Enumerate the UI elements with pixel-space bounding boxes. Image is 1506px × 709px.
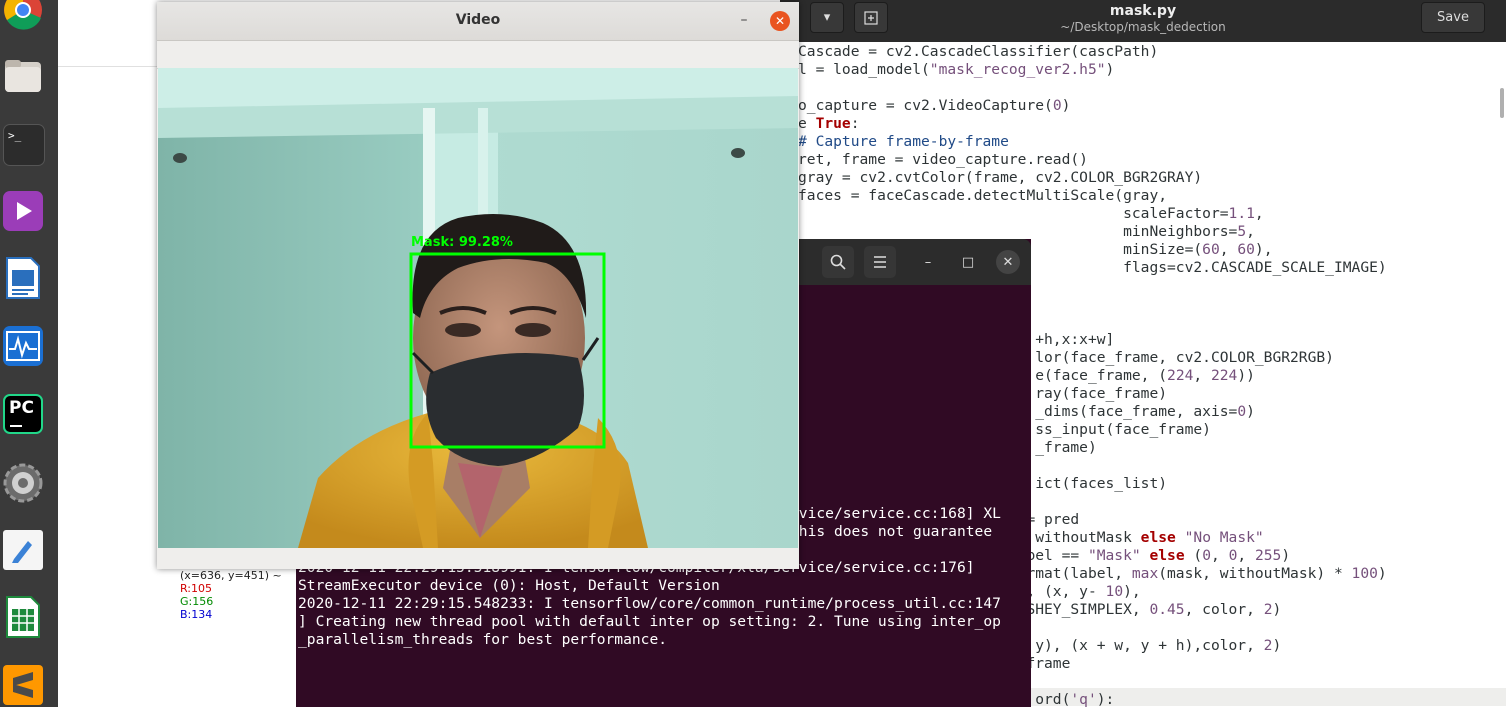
code-line: e True: <box>798 115 860 132</box>
code-line: Cascade = cv2.CascadeClassifier(cascPath… <box>798 43 1159 60</box>
hamburger-icon <box>874 256 886 268</box>
dock: >_ PC <box>0 0 58 707</box>
video-status-bar: (x=636, y=451) ~ R:105 G:156 B:134 <box>157 548 799 621</box>
code-line: ret, frame = video_capture.read() <box>798 151 1088 168</box>
terminal-icon[interactable]: >_ <box>3 124 45 166</box>
camera-frame[interactable]: Mask: 99.28% <box>158 68 798 548</box>
close-icon: ✕ <box>774 14 786 28</box>
terminal-line: ] Creating new thread pool with default … <box>298 613 1001 630</box>
close-icon: ✕ <box>1002 254 1014 270</box>
video-title: Video <box>455 12 501 28</box>
video-minimize-button[interactable]: – <box>735 11 753 29</box>
minimize-button[interactable]: – <box>916 250 940 274</box>
terminal-menu-button[interactable] <box>864 246 896 278</box>
close-button[interactable]: ✕ <box>996 250 1020 274</box>
editor-scrollbar[interactable] <box>1498 42 1506 707</box>
pycharm-icon[interactable]: PC <box>3 394 43 434</box>
save-button[interactable]: Save <box>1421 2 1485 33</box>
camera-image: Mask: 99.28% <box>158 68 798 548</box>
minimize-icon: – <box>740 12 748 28</box>
files-icon[interactable] <box>3 56 43 96</box>
document-path: ~/Desktop/mask_dedection <box>1060 20 1226 34</box>
document-title: mask.py <box>1109 3 1177 19</box>
terminal-line: _parallelism_threads for best performanc… <box>298 631 668 648</box>
editor-headerbar: ▾ mask.py ~/Desktop/mask_dedection Save <box>780 0 1506 42</box>
settings-icon[interactable] <box>3 463 43 503</box>
pixel-blue-value: B:134 <box>179 608 213 621</box>
search-icon <box>830 254 846 270</box>
cursor-coordinates: (x=636, y=451) ~ <box>179 569 282 582</box>
maximize-button[interactable]: □ <box>956 250 980 274</box>
terminal-line: StreamExecutor device (0): Host, Default… <box>298 577 720 594</box>
code-line: o_capture = cv2.VideoCapture(0) <box>798 97 1071 114</box>
minimize-icon: – <box>924 254 932 270</box>
sublime-icon[interactable] <box>3 665 43 705</box>
pixel-red-value: R:105 <box>179 582 212 595</box>
detection-label: Mask: 99.28% <box>411 235 513 250</box>
terminal-line: 2020-12-11 22:29:15.548233: I tensorflow… <box>298 595 1001 612</box>
text-editor-icon[interactable] <box>3 530 43 570</box>
code-line: faces = faceCascade.detectMultiScale(gra… <box>798 187 1168 204</box>
chrome-icon[interactable] <box>3 0 43 30</box>
code-line: # Capture frame-by-frame <box>798 133 1009 150</box>
code-line: scaleFactor=1.1, <box>798 205 1264 222</box>
calc-icon[interactable] <box>3 596 43 638</box>
video-toolbar <box>157 41 799 69</box>
video-close-button[interactable]: ✕ <box>770 11 790 31</box>
code-line: gray = cv2.cvtColor(frame, cv2.COLOR_BGR… <box>798 169 1203 186</box>
system-monitor-icon[interactable] <box>3 326 43 366</box>
video-window: Video – ✕ Mask: 99.28% (x=636, y=451) ~ … <box>157 2 799 621</box>
code-line: l = load_model("mask_recog_ver2.h5") <box>798 61 1115 78</box>
pixel-green-value: G:156 <box>179 595 214 608</box>
terminal-search-button[interactable] <box>822 246 854 278</box>
video-player-icon[interactable] <box>3 191 43 231</box>
writer-icon[interactable] <box>3 257 43 299</box>
video-titlebar: Video – ✕ <box>157 2 799 41</box>
maximize-icon: □ <box>961 254 975 270</box>
